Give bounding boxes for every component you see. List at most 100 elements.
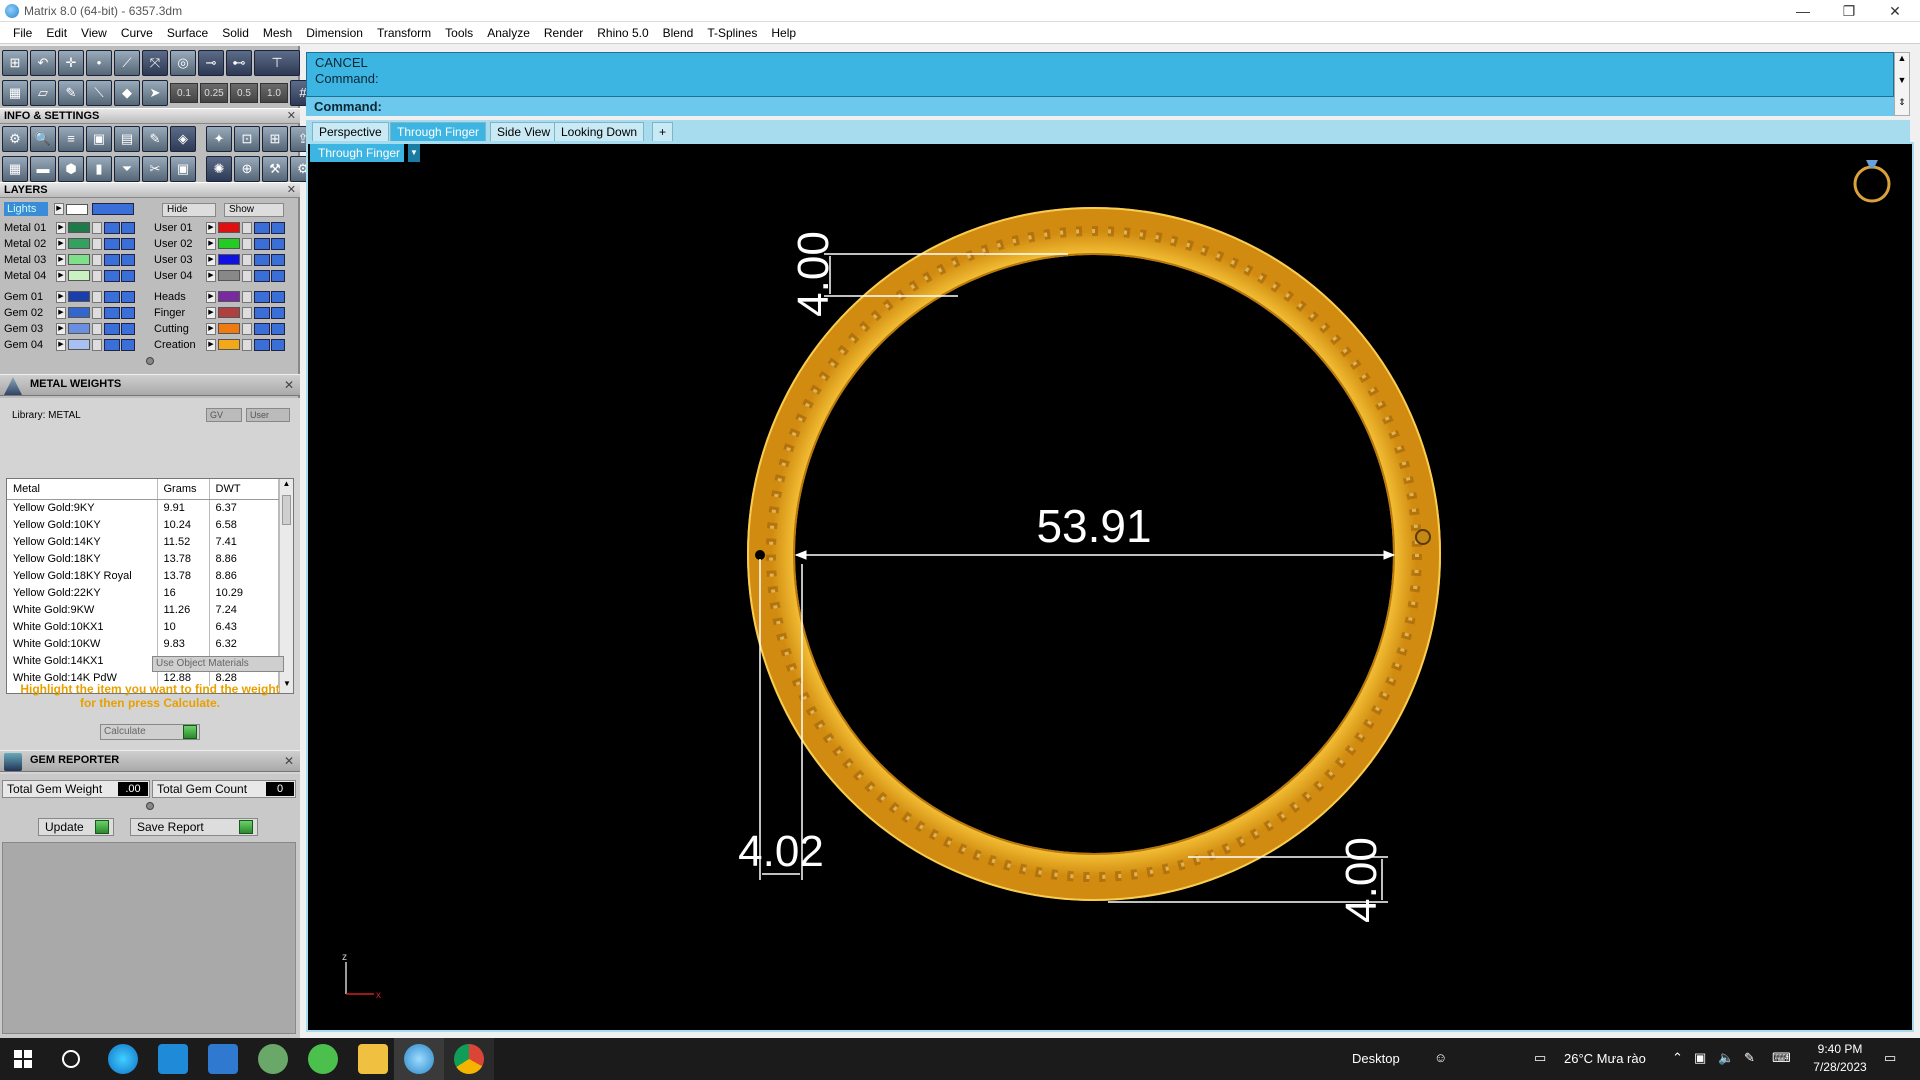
menu-edit[interactable]: Edit [39,22,74,44]
taskbar-active-app[interactable] [394,1038,444,1080]
layer-select-icon[interactable] [121,322,135,335]
ring-model[interactable] [747,207,1441,901]
collapse-handle-icon[interactable] [146,357,154,365]
layer-row[interactable]: Cutting ▶ [154,321,285,336]
filter-icon[interactable]: ⏷ [114,156,140,182]
layer-lock-icon[interactable] [242,306,252,319]
layer-lock-icon[interactable] [242,290,252,303]
tab-side-view[interactable]: Side View [490,122,558,141]
layer-visible-icon[interactable] [104,338,120,351]
lights-swatch[interactable] [66,204,88,215]
layer-visible-icon[interactable] [104,269,120,282]
layer-row[interactable]: Gem 04 ▶ [4,337,135,352]
layer-color-swatch[interactable] [68,323,90,334]
layer-row[interactable]: Metal 03 ▶ [4,252,135,267]
layer-visible-icon[interactable] [104,221,120,234]
table-row[interactable]: Yellow Gold:18KY 13.78 8.86 [7,550,279,567]
layer-arrow[interactable]: ▶ [54,203,64,215]
edit-icon[interactable]: ✎ [142,126,168,152]
scroll-up-icon[interactable]: ▲ [1895,53,1909,63]
snap-value-0-25[interactable]: 0.25 [200,83,228,103]
layer-select-icon[interactable] [271,221,285,234]
menu-tsplines[interactable]: T-Splines [700,22,764,44]
layer-row[interactable]: Heads ▶ [154,289,285,304]
layer-lock-icon[interactable] [242,338,252,351]
layer-visible-icon[interactable] [104,253,120,266]
layer-select-icon[interactable] [271,269,285,282]
taskbar-chrome-app[interactable] [444,1038,494,1080]
layer-select-icon[interactable] [121,269,135,282]
snap-value-0-1[interactable]: 0.1 [170,83,198,103]
layer-visible-icon[interactable] [104,322,120,335]
measure-icon[interactable]: ⟍ [86,80,112,106]
menu-mesh[interactable]: Mesh [256,22,299,44]
close-icon[interactable]: ✕ [287,109,296,124]
notifications-icon[interactable]: ▭ [1884,1050,1896,1066]
layer-arrow-icon[interactable]: ▶ [56,338,66,351]
snap-cross-icon[interactable]: ✛ [58,50,84,76]
layer-select-icon[interactable] [121,237,135,250]
command-input[interactable]: Command: [306,96,1894,116]
layer-select-icon[interactable] [121,290,135,303]
update-button[interactable]: Update [38,818,114,836]
app-green-icon[interactable] [308,1044,338,1074]
layer-lock-icon[interactable] [242,221,252,234]
render-icon[interactable]: ✦ [206,126,232,152]
table-row[interactable]: White Gold:9KW 11.26 7.24 [7,601,279,618]
dimension-diameter[interactable] [794,550,1396,560]
target-icon[interactable]: ⊕ [234,156,260,182]
layer-visible-icon[interactable] [254,269,270,282]
viewport-dropdown-icon[interactable]: ▼ [408,144,420,162]
snap-value-0-5[interactable]: 0.5 [230,83,258,103]
layer-row[interactable]: Gem 03 ▶ [4,321,135,336]
layer-color-swatch[interactable] [68,339,90,350]
draw-icon[interactable]: ✎ [58,80,84,106]
layer-color-swatch[interactable] [218,222,240,233]
search-icon[interactable] [62,1050,80,1068]
layer-select-icon[interactable] [121,253,135,266]
menu-help[interactable]: Help [764,22,803,44]
snap-point-icon[interactable]: • [86,50,112,76]
scroll-up-icon[interactable]: ▲ [280,479,293,493]
file-icon[interactable]: ▤ [114,126,140,152]
layer-color-swatch[interactable] [218,270,240,281]
tab-perspective[interactable]: Perspective [312,122,389,141]
box-icon[interactable]: ▣ [86,126,112,152]
tool-icon[interactable]: ⚒ [262,156,288,182]
snap-line-icon[interactable]: ⟋ [114,50,140,76]
layers-icon[interactable]: ≡ [58,126,84,152]
layer-color-swatch[interactable] [68,307,90,318]
close-icon[interactable]: ✕ [284,754,294,768]
rect-icon[interactable]: ▬ [30,156,56,182]
scroll-thumb[interactable] [282,495,291,525]
layer-select-icon[interactable] [121,306,135,319]
grid-icon[interactable]: ▦ [2,80,28,106]
layer-color-swatch[interactable] [218,291,240,302]
layer-visible-icon[interactable] [254,221,270,234]
layer-arrow-icon[interactable]: ▶ [56,237,66,250]
layer-arrow-icon[interactable]: ▶ [206,269,216,282]
layer-lock-icon[interactable] [242,269,252,282]
layer-color-swatch[interactable] [68,291,90,302]
table-row[interactable]: White Gold:10KW 9.83 6.32 [7,635,279,652]
layer-visible-icon[interactable] [104,237,120,250]
zoom-icon[interactable]: 🔍 [30,126,56,152]
layer-visible-icon[interactable] [104,290,120,303]
keyboard-icon[interactable]: ⌨ [1772,1050,1791,1066]
table-row[interactable]: Yellow Gold:14KY 11.52 7.41 [7,533,279,550]
command-scrollbar[interactable]: ▲ ▼ ⇕ [1894,52,1910,116]
layer-row[interactable]: Gem 02 ▶ [4,305,135,320]
clock-time[interactable]: 9:40 PM [1810,1042,1870,1056]
scroll-down-icon[interactable]: ▼ [1895,75,1909,85]
layer-visible-icon[interactable] [254,306,270,319]
layer-color-swatch[interactable] [218,238,240,249]
column-header-grams[interactable]: Grams [157,479,210,500]
layer-lock-icon[interactable] [242,322,252,335]
table-row[interactable]: Yellow Gold:22KY 16 10.29 [7,584,279,601]
people-icon[interactable]: ☺ [1434,1050,1447,1065]
viewport[interactable]: 53.91 4.00 4.02 4.00 z x [306,142,1914,1032]
table-row[interactable]: Yellow Gold:9KY 9.91 6.37 [7,499,279,516]
layer-lock-icon[interactable] [92,221,102,234]
menu-curve[interactable]: Curve [114,22,160,44]
layer-arrow-icon[interactable]: ▶ [56,322,66,335]
